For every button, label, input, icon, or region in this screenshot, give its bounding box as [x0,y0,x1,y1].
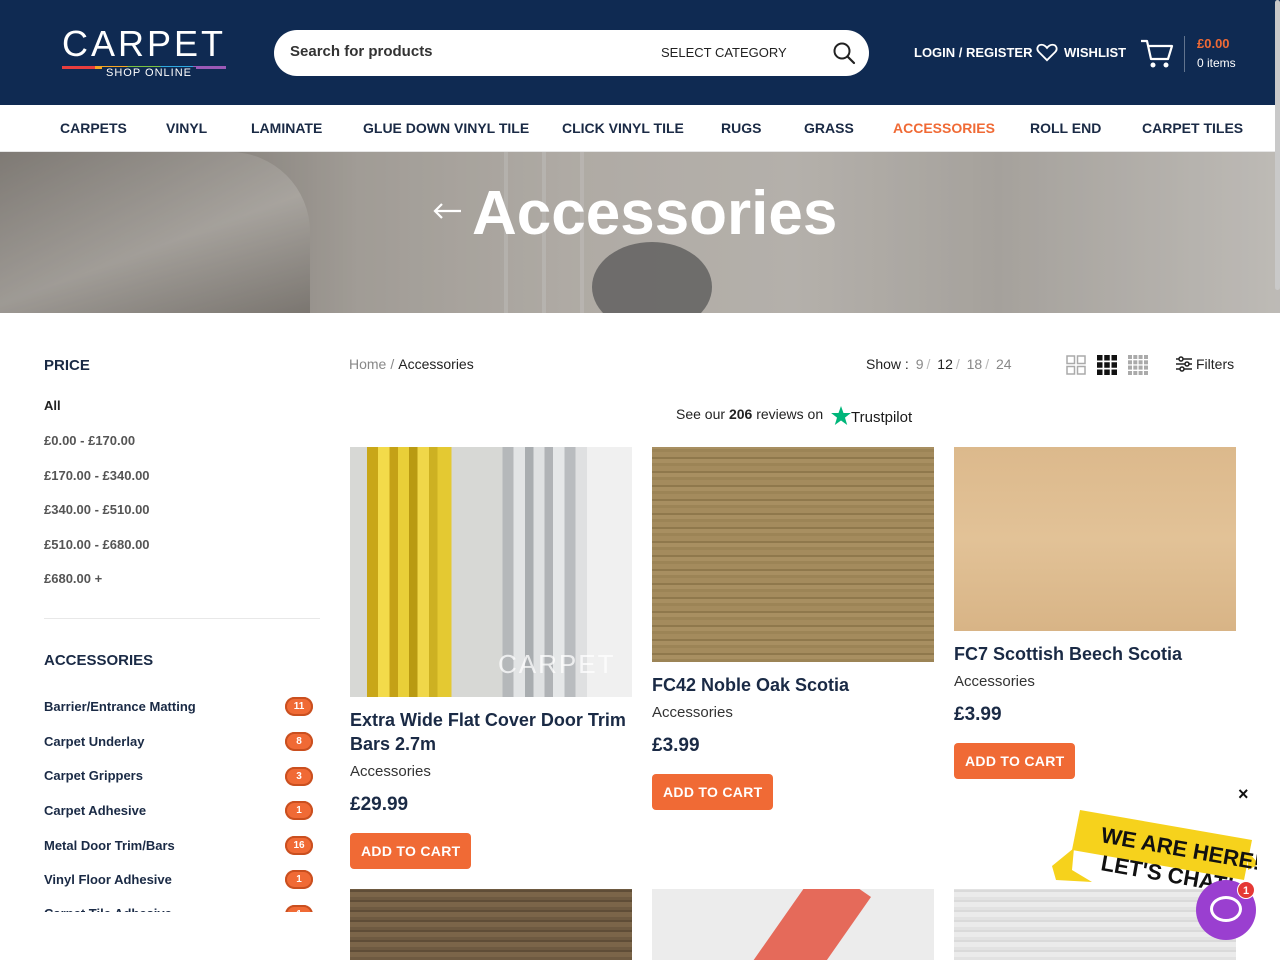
back-arrow-icon[interactable] [432,201,462,221]
chat-bubble-icon [1210,896,1242,922]
product-image[interactable]: CARPET [350,447,632,697]
product-category[interactable]: Accessories [652,704,733,721]
site-logo[interactable]: CARPET SHOP ONLINE [62,26,227,82]
cart-divider [1184,36,1185,72]
cart-total: £0.00 [1197,36,1230,51]
trustpilot-widget[interactable]: See our 206 reviews on [676,406,823,422]
price-filter-range[interactable]: £680.00 + [44,571,102,586]
per-page-option-selected[interactable]: 12 [937,356,953,372]
nav-carpets[interactable]: CARPETS [60,120,127,136]
add-to-cart-button[interactable]: ADD TO CART [652,774,774,810]
chat-notification-badge: 1 [1237,881,1255,899]
category-select[interactable]: SELECT CATEGORY [661,45,787,60]
page-scrollbar[interactable] [1275,0,1280,290]
product-image[interactable] [954,889,1236,960]
price-filter-heading: PRICE [44,357,90,374]
logo-wordmark: CARPET [62,23,227,64]
price-filter-range[interactable]: £340.00 - £510.00 [44,502,150,517]
price-filter-range[interactable]: £0.00 - £170.00 [44,433,135,448]
breadcrumb: Home / Accessories [349,356,474,372]
price-filter-range[interactable]: £510.00 - £680.00 [44,537,150,552]
breadcrumb-separator: / [390,356,395,372]
breadcrumb-home[interactable]: Home [349,356,386,372]
cart-item-count: 0 items [1197,56,1236,70]
nav-accessories[interactable]: ACCESSORIES [893,120,995,136]
category-count-badge: 11 [285,697,313,716]
per-page-option[interactable]: 18 [967,356,983,372]
nav-glue-down-vinyl-tile[interactable]: GLUE DOWN VINYL TILE [363,120,529,136]
add-to-cart-button[interactable]: ADD TO CART [350,833,472,869]
category-link[interactable]: Vinyl Floor Adhesive [44,872,172,887]
product-image[interactable] [350,889,632,960]
category-link[interactable]: Carpet Grippers [44,768,143,783]
category-count-badge: 1 [285,870,313,889]
top-header: CARPET SHOP ONLINE SELECT CATEGORY LOGIN… [0,0,1280,105]
trustpilot-brand: Trustpilot [851,409,913,426]
heart-icon [1036,43,1058,62]
category-link[interactable]: Barrier/Entrance Matting [44,699,196,714]
per-page-selector: Show : 9/ 12/ 18/ 24 [866,356,1012,372]
category-count-badge: 3 [285,767,313,786]
cart-widget[interactable]: £0.00 0 items [1140,36,1240,76]
nav-rugs[interactable]: RUGS [721,120,761,136]
product-price: £3.99 [652,735,700,756]
price-filter-all[interactable]: All [44,398,61,413]
nav-click-vinyl-tile[interactable]: CLICK VINYL TILE [562,120,684,136]
category-count-badge: 8 [285,732,313,751]
product-image-watermark: CARPET [498,649,616,679]
product-image[interactable] [954,447,1236,631]
main-nav: CARPETS VINYL LAMINATE GLUE DOWN VINYL T… [0,105,1280,152]
grid-3-column-icon[interactable] [1097,355,1117,375]
wishlist-label: WISHLIST [1064,45,1127,60]
product-title[interactable]: FC42 Noble Oak Scotia [652,673,934,697]
product-image-trim-strip [753,889,871,960]
product-price: £3.99 [954,704,1002,725]
per-page-option[interactable]: 24 [996,356,1012,372]
product-category[interactable]: Accessories [350,763,431,780]
sidebar-scroll-clip [0,912,330,960]
product-title[interactable]: FC7 Scottish Beech Scotia [954,642,1236,666]
grid-4-column-icon[interactable] [1128,355,1148,375]
nav-vinyl[interactable]: VINYL [166,120,207,136]
add-to-cart-button[interactable]: ADD TO CART [954,743,1076,779]
filters-label: Filters [1196,356,1235,372]
per-page-option[interactable]: 9 [916,356,924,372]
category-count-badge: 1 [285,801,313,820]
trustpilot-review-count: 206 [728,406,753,422]
sidebar-divider [44,618,320,619]
product-image[interactable] [652,447,934,662]
chat-banner[interactable]: WE ARE HERE! LET'S CHAT! [1052,808,1257,888]
category-filter-heading: ACCESSORIES [44,652,154,669]
trustpilot-prefix: See our [676,406,726,422]
nav-grass[interactable]: GRASS [804,120,854,136]
search-bar: SELECT CATEGORY [274,30,869,76]
nav-laminate[interactable]: LAMINATE [251,120,322,136]
chat-close-button[interactable]: × [1238,784,1249,805]
category-count-badge: 16 [285,836,313,855]
category-link[interactable]: Carpet Adhesive [44,803,146,818]
login-register-link[interactable]: LOGIN / REGISTER [914,45,1032,60]
category-link[interactable]: Metal Door Trim/Bars [44,838,175,853]
category-link[interactable]: Carpet Underlay [44,734,144,749]
filter-sliders-icon [1176,356,1192,372]
product-category[interactable]: Accessories [954,673,1035,690]
product-image[interactable] [652,889,934,960]
nav-carpet-tiles[interactable]: CARPET TILES [1142,120,1243,136]
trustpilot-star-icon [831,406,851,425]
product-price: £29.99 [350,794,409,815]
nav-roll-end[interactable]: ROLL END [1030,120,1101,136]
price-filter-range[interactable]: £170.00 - £340.00 [44,468,150,483]
search-input[interactable] [290,43,630,60]
product-title[interactable]: Extra Wide Flat Cover Door Trim Bars 2.7… [350,708,632,756]
logo-tagline: SHOP ONLINE [102,67,196,79]
breadcrumb-current: Accessories [398,356,474,372]
cart-icon [1141,39,1174,68]
grid-2-column-icon[interactable] [1066,355,1086,375]
page-title: Accessories [472,179,838,248]
search-icon[interactable] [832,41,856,65]
trustpilot-suffix: reviews on [756,406,824,422]
per-page-label: Show : [866,356,909,372]
